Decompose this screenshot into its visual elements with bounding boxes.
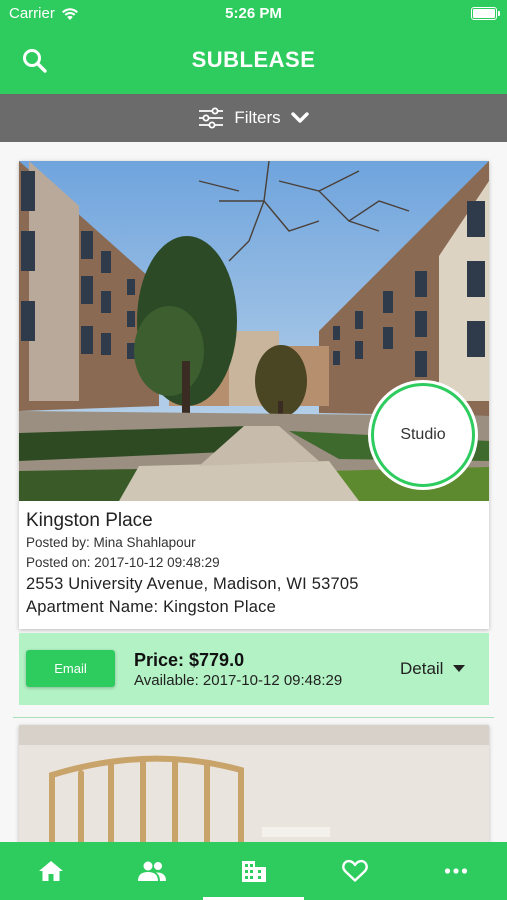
chevron-down-icon xyxy=(290,112,309,123)
nav-bar: SUBLEASE xyxy=(0,28,507,94)
detail-label: Detail xyxy=(400,659,444,678)
tab-more[interactable] xyxy=(406,842,507,900)
listing-divider xyxy=(13,717,494,718)
tab-bar xyxy=(0,842,507,900)
detail-button[interactable]: Detail xyxy=(400,659,466,679)
listings-feed[interactable]: Studio Kingston Place Posted by: Mina Sh… xyxy=(0,142,507,842)
filters-label: Filters xyxy=(234,108,281,127)
listing-name: Kingston Place xyxy=(26,510,153,531)
studio-badge: Studio xyxy=(371,383,475,487)
search-icon[interactable] xyxy=(20,46,50,76)
email-button[interactable]: Email xyxy=(26,650,115,687)
tab-home[interactable] xyxy=(0,842,101,900)
listing-price: Price: $779.0 xyxy=(134,650,245,670)
tab-people[interactable] xyxy=(101,842,202,900)
listing-card[interactable]: Studio Kingston Place Posted by: Mina Sh… xyxy=(19,161,489,629)
building-icon xyxy=(241,861,266,882)
posted-by: Posted by: Mina Shahlapour xyxy=(26,535,196,550)
sliders-icon xyxy=(199,107,224,129)
battery-icon xyxy=(471,7,500,20)
listing-action-bar: Email Price: $779.0 Available: 2017-10-1… xyxy=(19,633,489,705)
home-icon xyxy=(38,861,63,881)
listing-photo[interactable]: Studio xyxy=(19,161,489,501)
heart-icon xyxy=(341,859,368,882)
tab-sublease[interactable] xyxy=(202,842,305,900)
posted-on: Posted on: 2017-10-12 09:48:29 xyxy=(26,555,220,570)
listing-address: 2553 University Avenue, Madison, WI 5370… xyxy=(26,575,359,593)
page-title: SUBLEASE xyxy=(191,47,316,72)
listing-card[interactable] xyxy=(19,725,489,842)
tab-favorites[interactable] xyxy=(304,842,405,900)
apartment-name: Apartment Name: Kingston Place xyxy=(26,598,276,616)
people-icon xyxy=(138,861,167,881)
listing-photo[interactable] xyxy=(19,725,489,842)
filters-button[interactable]: Filters xyxy=(0,94,507,142)
caret-down-icon xyxy=(453,665,466,672)
more-icon xyxy=(445,868,468,874)
listing-available: Available: 2017-10-12 09:48:29 xyxy=(134,672,343,689)
listing-info: Kingston Place Posted by: Mina Shahlapou… xyxy=(19,501,489,629)
status-time: 5:26 PM xyxy=(225,5,282,22)
status-bar: Carrier 5:26 PM xyxy=(0,0,507,28)
